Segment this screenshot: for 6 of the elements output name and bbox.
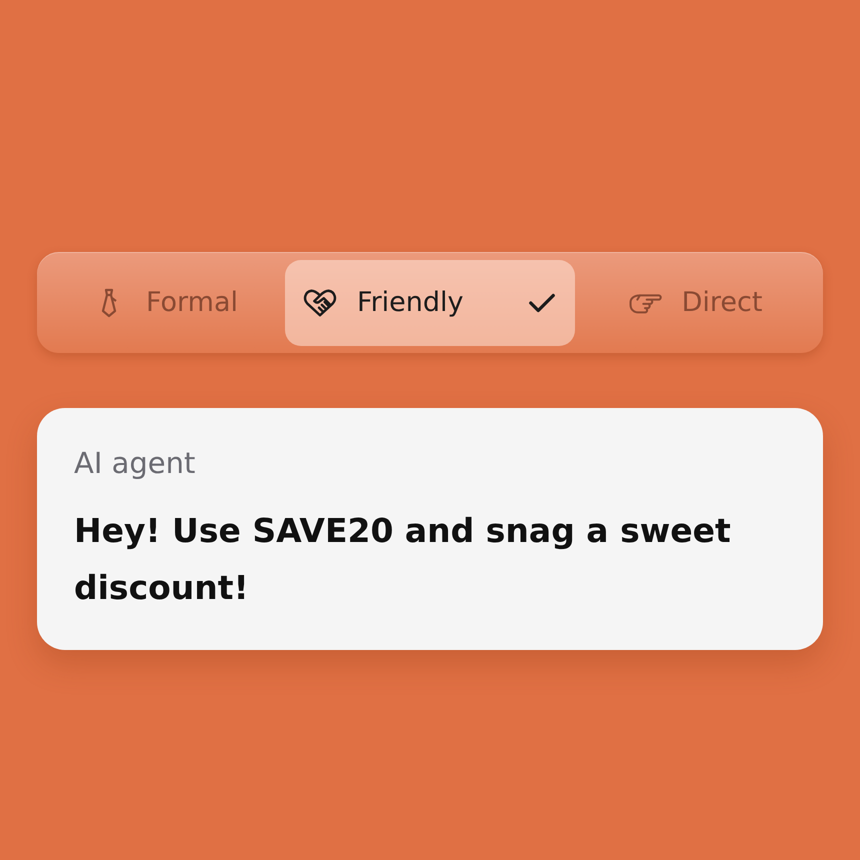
tone-tab[interactable]: Formal <box>45 260 285 346</box>
tone-tab[interactable]: Direct <box>575 260 815 346</box>
message-text: Hey! Use SAVE20 and snag a sweet discount! <box>74 510 732 609</box>
sender-label: AI agent <box>74 446 196 480</box>
tone-tab[interactable]: Friendly <box>285 260 575 346</box>
handshake-heart-icon <box>303 286 337 318</box>
